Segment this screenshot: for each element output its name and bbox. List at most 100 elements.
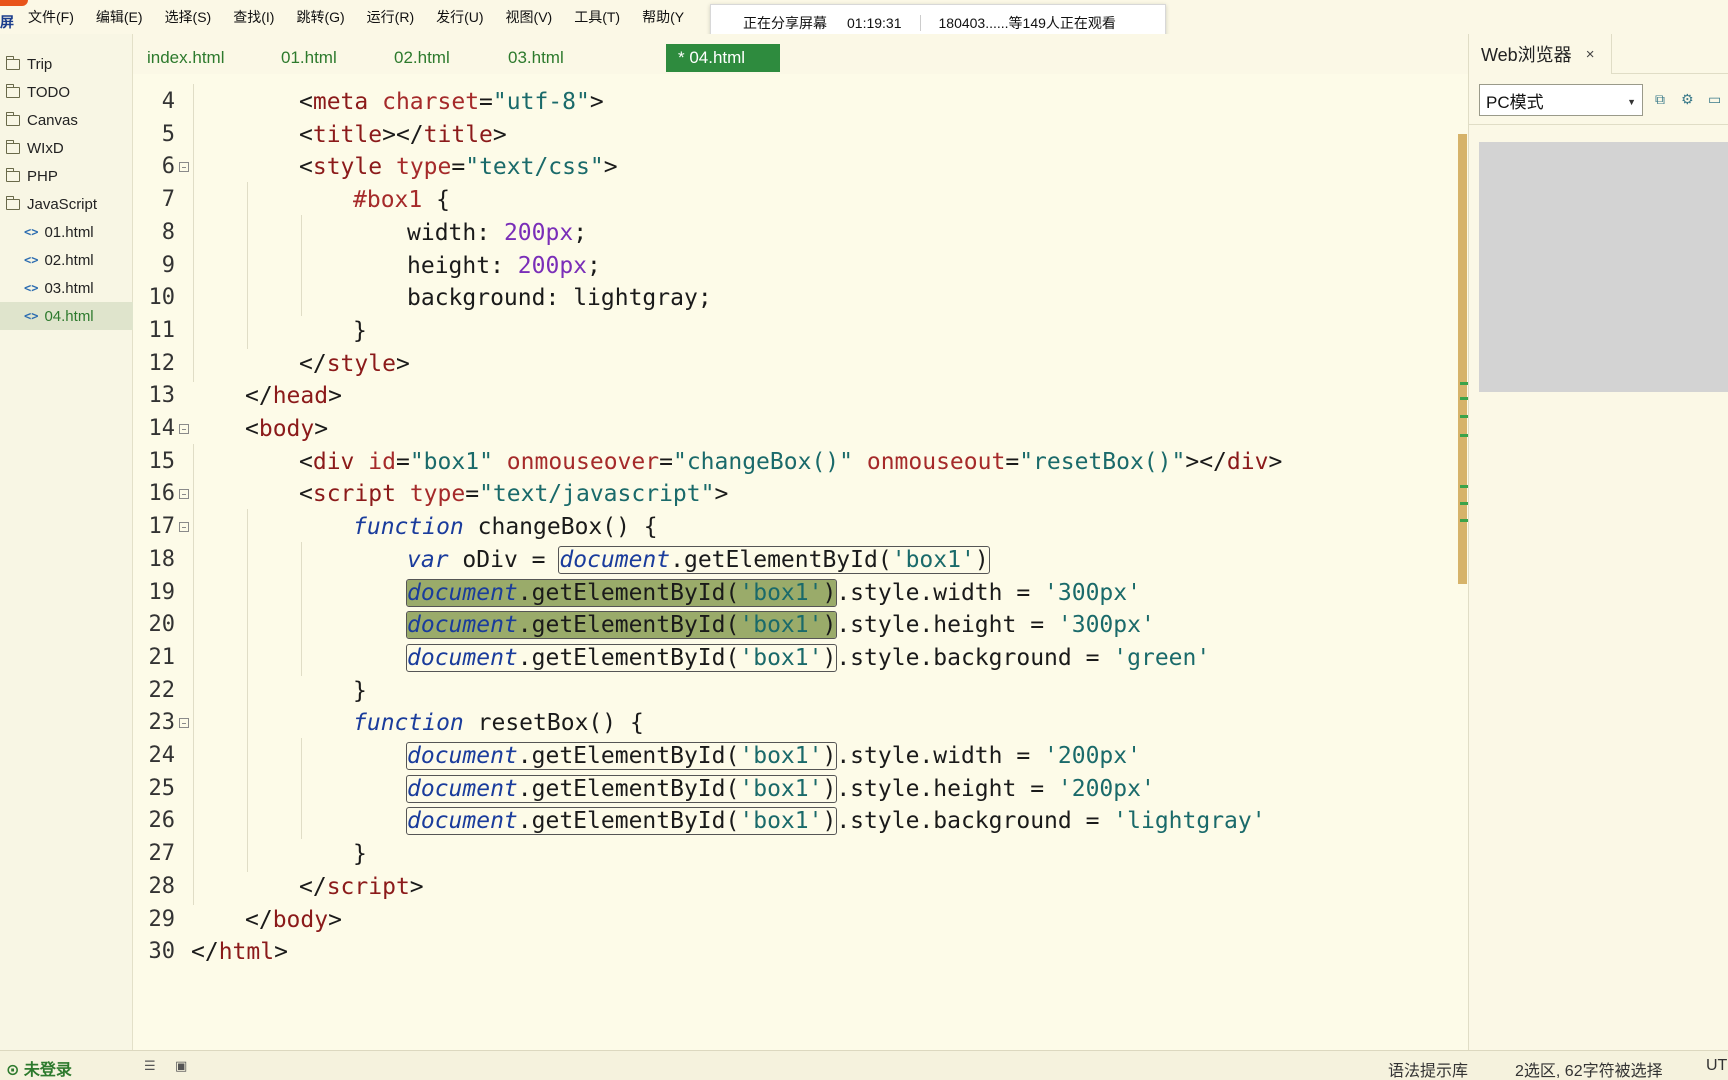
fold-toggle-icon[interactable] (179, 522, 189, 533)
code-line[interactable]: 19 document.getElementById('box1').style.… (133, 574, 1468, 611)
line-number: 18 (148, 546, 176, 572)
sidebar-item-01-html[interactable]: <> 01.html (0, 218, 133, 246)
sidebar-item-php[interactable]: PHP (0, 162, 133, 190)
code-token: html (218, 939, 275, 966)
code-line[interactable]: 14 <body> (133, 411, 1468, 447)
tab-03-html[interactable]: 03.html (496, 44, 576, 72)
code-token: '200px' (1044, 743, 1141, 769)
sidebar-item-04-html[interactable]: <> 04.html (0, 302, 133, 330)
code-line[interactable]: 29 </body> (133, 902, 1468, 938)
menu-item[interactable]: 发行(U) (436, 7, 483, 27)
sidebar-item-label: 04.html (44, 307, 94, 325)
editor-tabs: index.html 01.html 02.html 03.html * 04.… (133, 34, 1468, 74)
menu-item[interactable]: 帮助(Y (642, 7, 684, 27)
fold-toggle-icon[interactable] (179, 718, 189, 729)
code-line[interactable]: 26 document.getElementById('box1').style.… (133, 803, 1468, 840)
code-line[interactable]: 8 width: 200px; (133, 214, 1468, 251)
code-line[interactable]: 27} (133, 836, 1468, 873)
code-line[interactable]: 28 </script> (133, 868, 1468, 905)
fold-toggle-icon[interactable] (179, 424, 189, 434)
code-line[interactable]: 5 <title></title> (133, 116, 1468, 153)
menu-item[interactable]: 查找(I) (233, 7, 274, 27)
code-line[interactable]: 15 <div id="box1" onmouseover="changeBox(… (133, 443, 1468, 480)
code-token: 'box1' (739, 808, 823, 835)
fold-toggle-icon[interactable] (179, 162, 189, 173)
list-icon[interactable]: ☰ (144, 1058, 156, 1074)
code-line[interactable]: 17 function changeBox() { (133, 509, 1468, 546)
code-line[interactable]: 12 </style> (133, 345, 1468, 382)
code-line[interactable]: 22} (133, 672, 1468, 709)
console-icon[interactable]: ▭ (1708, 91, 1721, 108)
web-browser-panel: Web浏览器 × PC模式 ▼ ⧉ ⚙ ▭ (1468, 34, 1728, 1050)
terminal-icon[interactable]: ▣ (175, 1058, 187, 1074)
code-token: 'green' (1113, 644, 1211, 671)
code-line[interactable]: 11} (133, 312, 1468, 349)
code-line[interactable]: 24 document.getElementById('box1').style.… (133, 738, 1468, 774)
sidebar-item-wixd[interactable]: WIxD (0, 134, 133, 162)
code-token: getElementById (531, 775, 726, 802)
sidebar-item-javascript[interactable]: JavaScript (0, 190, 133, 218)
tab-index-html[interactable]: index.html (135, 44, 236, 72)
menu-items: 文件(F) 编辑(E) 选择(S) 查找(I) 跳转(G) 运行(R) 发行(U) 视图(V)… (28, 0, 706, 34)
tab-04-html[interactable]: * 04.html (666, 44, 780, 72)
code-line[interactable]: 9 height: 200px; (133, 247, 1468, 284)
code-line[interactable]: 7 #box1 { (133, 182, 1468, 219)
menu-item[interactable]: 工具(T) (574, 7, 620, 27)
code-line[interactable]: 6 <style type="text/css"> (133, 149, 1468, 186)
menu-item[interactable]: 视图(V) (506, 7, 553, 27)
preview-box1[interactable] (1479, 142, 1728, 392)
sidebar-item-03-html[interactable]: <> 03.html (0, 274, 133, 302)
code-line[interactable]: 25 document.getElementById('box1').style.… (133, 770, 1468, 807)
editor-scrollbar[interactable] (1458, 134, 1467, 584)
code-token: var (407, 546, 449, 573)
menu-item[interactable]: 编辑(E) (96, 7, 143, 27)
code-token: "box1" (409, 448, 493, 475)
code-token: style (312, 154, 383, 181)
line-number: 20 (148, 612, 176, 638)
menu-item[interactable]: 选择(S) (165, 7, 212, 27)
share-time: 01:19:31 (847, 15, 902, 31)
web-browser-tab[interactable]: Web浏览器 × (1469, 34, 1612, 74)
close-icon[interactable]: × (1586, 46, 1595, 63)
code-line[interactable]: 4 <meta charset="utf-8"> (133, 84, 1468, 120)
html-file-icon: <> (24, 309, 39, 323)
line-number: 10 (148, 285, 176, 311)
code-token: 'box1' (739, 579, 823, 606)
code-line[interactable]: 10 background: lightgray; (133, 280, 1468, 317)
code-token: charset (382, 89, 480, 115)
code-line[interactable]: 23 function resetBox() { (133, 705, 1468, 742)
code-line[interactable]: 30 </html> (133, 934, 1468, 970)
sidebar-item-trip[interactable]: Trip (0, 50, 133, 78)
tab-01-html[interactable]: 01.html (269, 44, 349, 72)
syntax-library[interactable]: 语法提示库 (1388, 1057, 1468, 1080)
line-number: 14 (148, 416, 176, 441)
fold-toggle-icon[interactable] (179, 489, 189, 500)
code-editor[interactable]: 4 <meta charset="utf-8"> 5 <title></title> 6… (133, 84, 1468, 1050)
sidebar-item-todo[interactable]: TODO (0, 78, 133, 106)
code-token: #box1 (353, 187, 423, 214)
code-token: script (326, 873, 410, 900)
folder-icon (5, 139, 20, 154)
menu-item[interactable]: 跳转(G) (296, 7, 344, 27)
mode-select[interactable]: PC模式 ▼ (1479, 84, 1643, 116)
login-status[interactable]: ⊙ 未登录 (6, 1056, 72, 1080)
menu-item[interactable]: 运行(R) (367, 7, 414, 27)
code-line[interactable]: 21 document.getElementById('box1').style.… (133, 639, 1468, 676)
sidebar-item-label: 01.html (44, 223, 94, 241)
sidebar-item-canvas[interactable]: Canvas (0, 106, 133, 134)
code-line[interactable]: 20 document.getElementById('box1').style.… (133, 607, 1468, 644)
menu-item[interactable]: 文件(F) (28, 7, 74, 27)
code-token: '300px' (1057, 612, 1155, 639)
code-line[interactable]: 16 <script type="text/javascript"> (133, 476, 1468, 513)
line-number: 30 (148, 939, 176, 965)
tab-02-html[interactable]: 02.html (382, 44, 462, 72)
line-number: 17 (148, 514, 176, 540)
code-token: .style.height = (836, 775, 1058, 802)
gear-icon[interactable]: ⚙ (1681, 91, 1694, 108)
code-line[interactable]: 18 var oDiv = document.getElementById('bo… (133, 541, 1468, 578)
code-line[interactable]: 13 </head> (133, 378, 1468, 414)
open-external-icon[interactable]: ⧉ (1655, 91, 1665, 108)
share-status: 正在分享屏幕 (743, 15, 827, 31)
encoding-status[interactable]: UT (1706, 1057, 1727, 1075)
sidebar-item-02-html[interactable]: <> 02.html (0, 246, 133, 274)
